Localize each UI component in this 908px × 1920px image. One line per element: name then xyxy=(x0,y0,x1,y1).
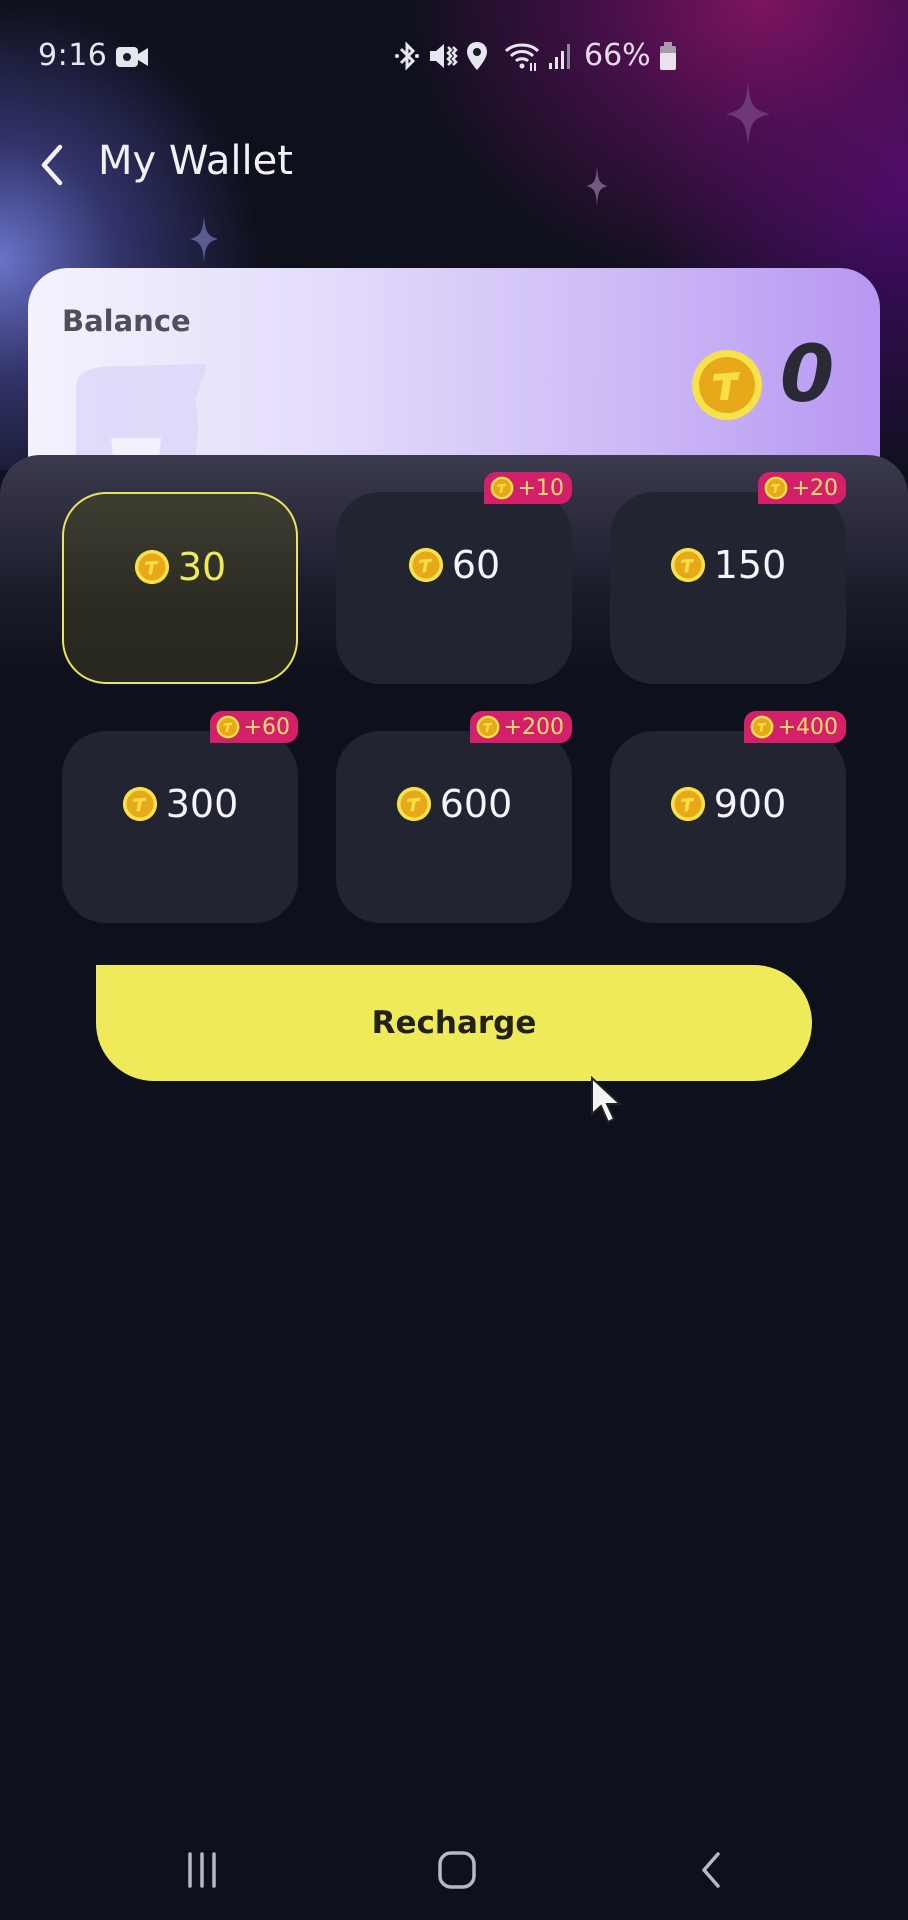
package-amount-text: 900 xyxy=(713,782,787,826)
bonus-badge: +400 xyxy=(743,711,846,743)
package-amount: 300 xyxy=(122,781,239,827)
t-coin-icon xyxy=(750,715,773,739)
t-coin-icon xyxy=(396,786,431,822)
bonus-badge-text: +60 xyxy=(243,714,290,740)
package-amount: 900 xyxy=(670,781,787,827)
t-coin-icon xyxy=(408,547,443,583)
home-button[interactable] xyxy=(412,1840,502,1900)
recent-apps-button[interactable] xyxy=(157,1840,247,1900)
t-coin-icon xyxy=(670,547,705,583)
bluetooth-icon xyxy=(395,40,419,71)
balance-label: Balance xyxy=(62,304,191,338)
bonus-badge-text: +10 xyxy=(517,475,564,501)
battery-icon xyxy=(659,41,676,70)
status-icons: 66% xyxy=(394,38,677,73)
bonus-badge: +20 xyxy=(757,472,846,504)
home-icon xyxy=(438,1851,476,1889)
t-coin-icon xyxy=(490,476,513,500)
battery-percent: 66% xyxy=(584,38,651,73)
bonus-badge: +60 xyxy=(209,711,298,743)
location-icon xyxy=(467,41,487,70)
recharge-button[interactable]: Recharge xyxy=(96,965,812,1081)
t-coin-icon xyxy=(134,549,169,585)
balance-card: Balance 0 xyxy=(28,268,880,478)
package-tile[interactable]: 600 +200 xyxy=(336,711,572,923)
status-bar: 9:16 66% xyxy=(0,0,908,110)
chevron-left-icon xyxy=(41,144,63,186)
bonus-badge: +10 xyxy=(483,472,572,504)
signal-icon xyxy=(549,43,570,69)
recent-apps-icon xyxy=(188,1852,216,1888)
t-coin-icon xyxy=(764,476,787,500)
package-amount-text: 30 xyxy=(177,545,227,589)
package-tile[interactable]: 300 +60 xyxy=(62,711,298,923)
wifi-icon xyxy=(504,43,540,71)
bonus-badge-text: +200 xyxy=(503,714,564,740)
vibrate-mute-icon xyxy=(430,43,458,68)
package-amount: 30 xyxy=(134,544,226,590)
balance-value: 0 xyxy=(780,330,835,420)
package-amount-text: 150 xyxy=(713,543,787,587)
bonus-badge: +200 xyxy=(469,711,572,743)
nav-back-button[interactable] xyxy=(666,1840,756,1900)
package-amount: 60 xyxy=(408,542,500,588)
package-amount-text: 60 xyxy=(451,543,501,587)
sparkle-decoration xyxy=(190,215,218,263)
system-nav-bar xyxy=(0,1820,908,1920)
app-header: My Wallet xyxy=(0,130,908,200)
package-tile[interactable]: 30 xyxy=(62,492,298,684)
recharge-button-label: Recharge xyxy=(371,1005,537,1041)
bonus-badge-text: +400 xyxy=(777,714,838,740)
package-tile[interactable]: 900 +400 xyxy=(610,711,846,923)
video-camera-icon xyxy=(116,47,148,67)
t-coin-icon xyxy=(692,350,762,420)
t-coin-icon xyxy=(216,715,239,739)
status-time: 9:16 xyxy=(38,38,108,73)
package-tile[interactable]: 60 +10 xyxy=(336,472,572,684)
mouse-cursor-icon xyxy=(591,1076,623,1124)
t-coin-icon xyxy=(670,786,705,822)
package-amount-text: 300 xyxy=(165,782,239,826)
bonus-badge-text: +20 xyxy=(791,475,838,501)
t-coin-icon xyxy=(476,715,499,739)
t-coin-icon xyxy=(122,786,157,822)
package-amount-text: 600 xyxy=(439,782,513,826)
package-tile[interactable]: 150 +20 xyxy=(610,472,846,684)
package-amount: 600 xyxy=(396,781,513,827)
package-amount: 150 xyxy=(670,542,787,588)
page-title: My Wallet xyxy=(98,138,293,184)
back-button[interactable] xyxy=(32,140,72,190)
back-icon xyxy=(702,1852,720,1888)
